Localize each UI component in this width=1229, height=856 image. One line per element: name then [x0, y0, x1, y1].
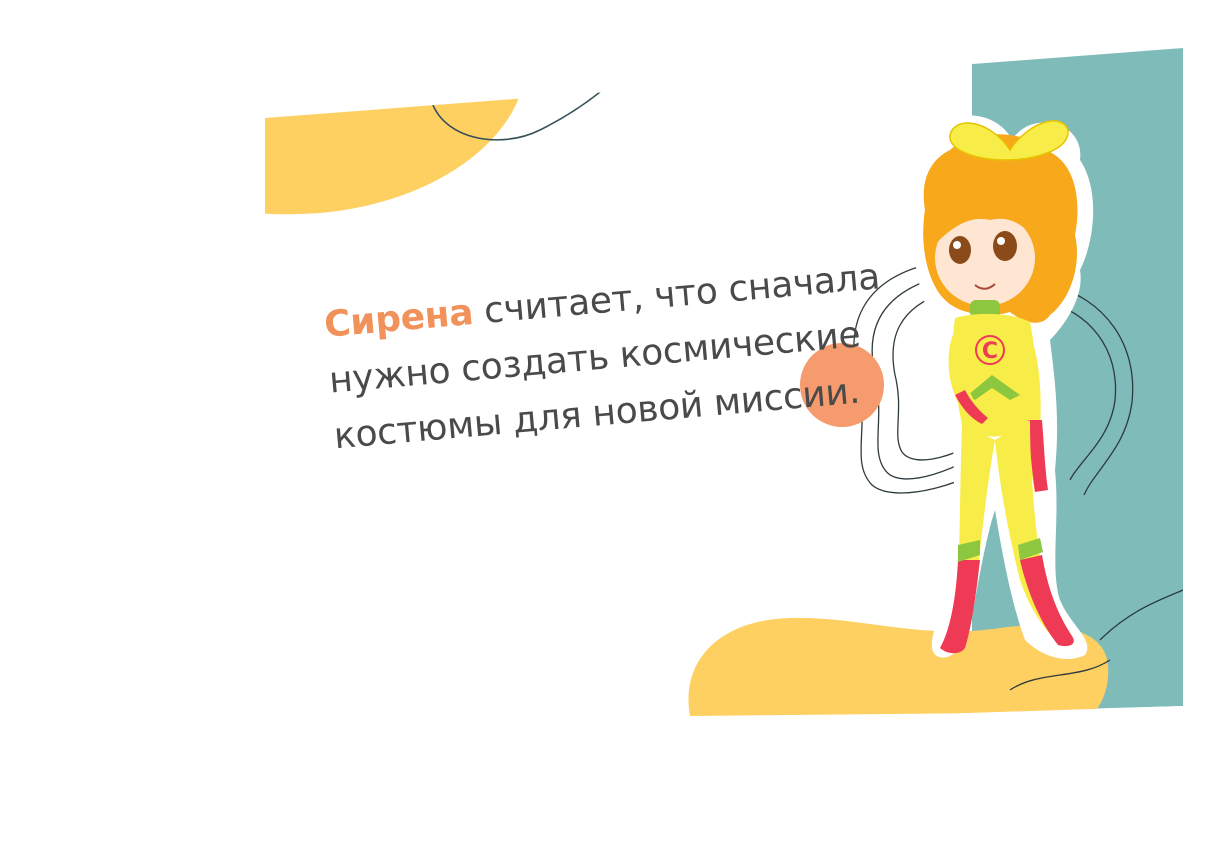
right-eye [993, 231, 1017, 261]
left-eye [949, 236, 971, 264]
emblem-letter: C [982, 339, 998, 364]
character-name: Сирена [322, 291, 475, 346]
suit-torso [952, 313, 1035, 437]
slide-stage: C Сирена считает, что сначала нужно созд… [0, 0, 1229, 856]
